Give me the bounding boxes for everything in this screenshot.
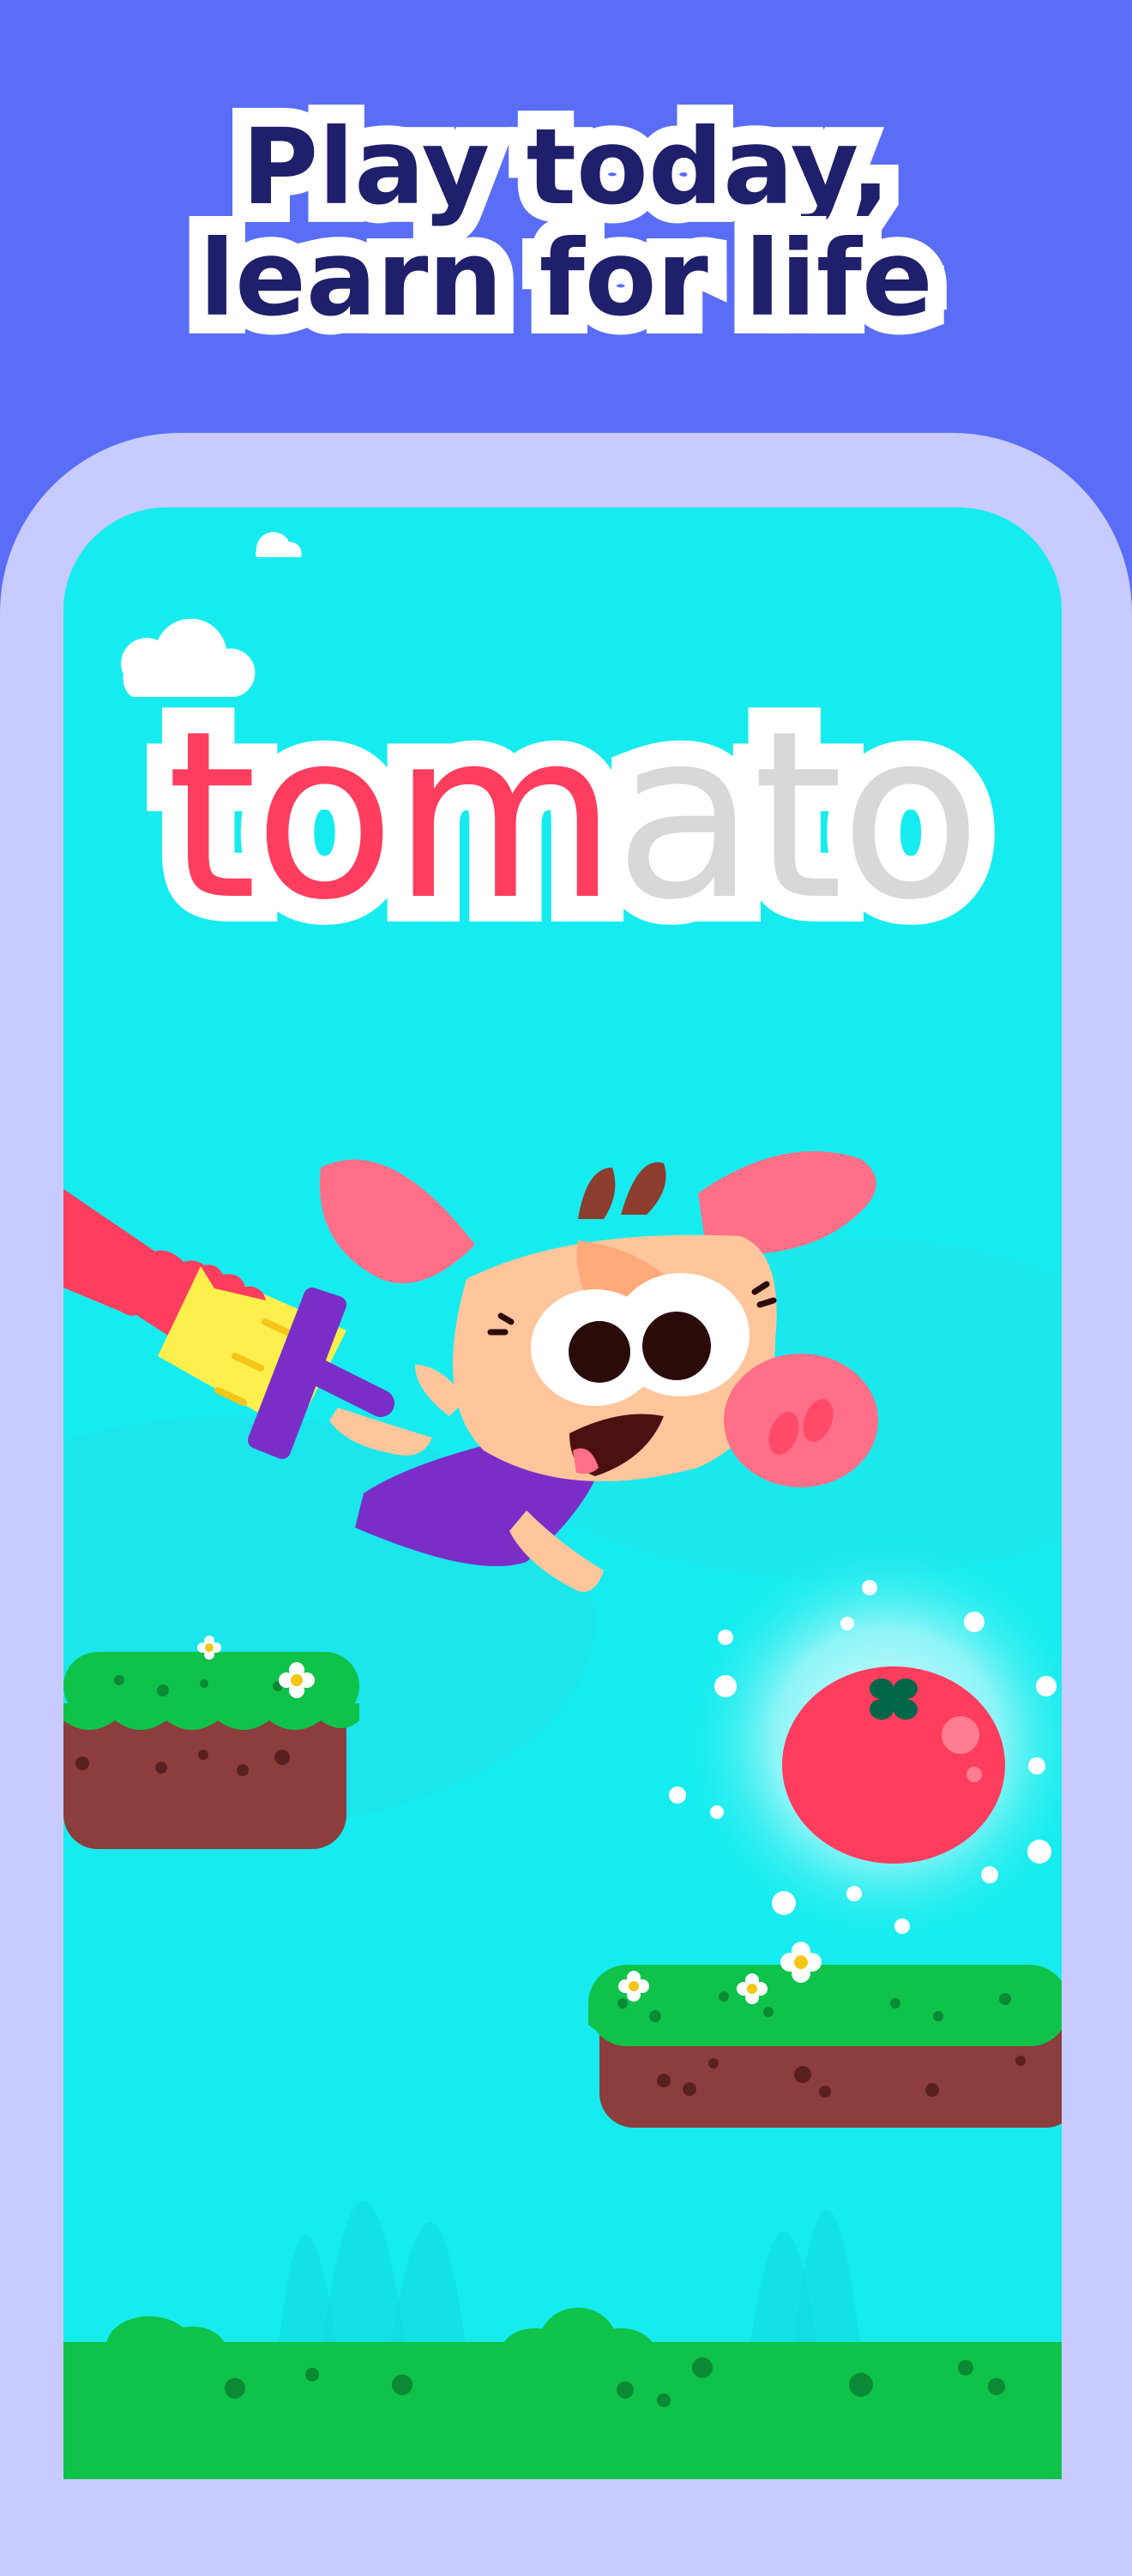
- untraced-letters[interactable]: ato: [588, 675, 1007, 958]
- tomato-icon[interactable]: [782, 1666, 1005, 1864]
- traced-letters: tom: [141, 675, 643, 958]
- headline: Play today, learn for life: [0, 93, 1132, 353]
- headline-line-1: Play today,: [223, 93, 909, 242]
- headline-line-2: learn for life: [180, 204, 951, 353]
- ground: [63, 2308, 1062, 2479]
- target-word: tomato: [141, 675, 1008, 958]
- left-platform: [63, 1636, 359, 1849]
- cloud-icon: [256, 531, 302, 557]
- game-screen[interactable]: tomato: [63, 507, 1062, 2479]
- right-platform: [588, 1942, 1062, 2128]
